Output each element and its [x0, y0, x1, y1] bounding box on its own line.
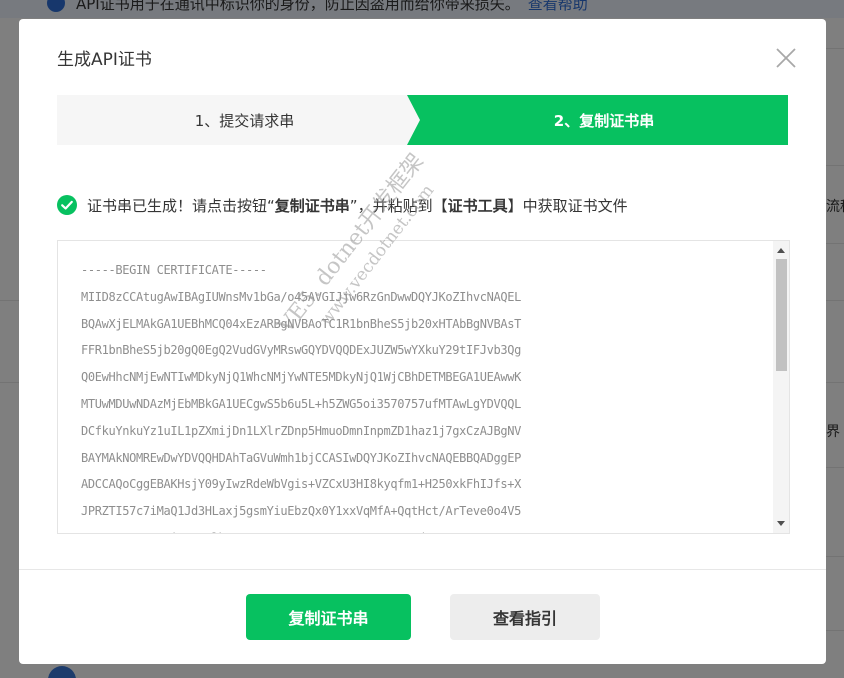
certificate-line: -----BEGIN CERTIFICATE----- — [81, 263, 267, 277]
certificate-line: DCfkuYnkuYz1uIL1pZXmijDn1LXlrZDnp5HmuoDm… — [81, 423, 521, 438]
certificate-line: MTUwMDUwNDAzMjEbMBkGA1UECgwS5b6u5L+h5ZWG… — [81, 396, 521, 411]
check-circle-icon — [57, 195, 77, 215]
certificate-line: Q0EwHhcNMjEwNTIwMDkyNjQ1WhcNMjYwNTE5MDky… — [81, 370, 521, 385]
certificate-line: JPRZTI57c7iMaQ1Jd3HLaxj5gsmYiuEbzQx0Y1xx… — [81, 504, 521, 519]
certificate-line: BQAwXjELMAkGA1UEBhMCQ04xEzARBgNVBAoTC1R1… — [81, 316, 521, 331]
dialog-title: 生成API证书 — [57, 50, 152, 70]
certificate-content: -----BEGIN CERTIFICATE----- MIID8zCCAtug… — [81, 257, 781, 533]
certificate-textarea[interactable]: -----BEGIN CERTIFICATE----- MIID8zCCAtug… — [57, 240, 790, 534]
certificate-line: FFR1bnBheS5jb20gQ0EgQ2VudGVyMRswGQYDVQQD… — [81, 343, 521, 358]
status-text-tool-highlight: 证书工具 — [447, 196, 508, 215]
footer-divider — [19, 569, 826, 570]
generate-certificate-dialog: 生成API证书 1、提交请求串 2、复制证书串 证书串已生成！请点击按钮“复制证… — [19, 19, 826, 664]
step-indicator: 1、提交请求串 2、复制证书串 — [57, 95, 788, 145]
status-message: 证书串已生成！请点击按钮“复制证书串”，并粘贴到【证书工具】中获取证书文件 — [57, 194, 628, 216]
copy-certificate-button[interactable]: 复制证书串 — [246, 594, 411, 640]
certificate-line: BAYMAkNOMREwDwYDVQQHDAhTaGVuWmh1bjCCASIw… — [81, 450, 521, 465]
scrollbar-thumb[interactable] — [776, 259, 787, 371]
scroll-down-arrow-icon[interactable] — [777, 521, 785, 526]
step-copy-certificate: 2、复制证书串 — [407, 95, 788, 145]
close-icon — [776, 48, 796, 68]
certificate-line: MIID8zCCAtugAwIBAgIUWnsMv1bGa/o45AVGIJjw… — [81, 289, 521, 304]
status-text-suffix: 】中获取证书文件 — [507, 196, 628, 215]
view-guide-button[interactable]: 查看指引 — [450, 594, 600, 640]
scroll-up-arrow-icon[interactable] — [777, 248, 785, 253]
certificate-line: N6vwJ6v+/67xQitP3QDlhwzTxwzKrDUY96rE0X93… — [81, 525, 781, 533]
close-button[interactable] — [774, 46, 798, 70]
certificate-line: ADCCAQoCggEBAKHsjY09yIwzRdeWbVgis+VZCxU3… — [81, 477, 521, 492]
certificate-scrollbar[interactable] — [773, 241, 789, 533]
status-text-copy-highlight: 复制证书串 — [274, 196, 350, 215]
status-text-prefix: 证书串已生成！请点击按钮“ — [87, 196, 275, 215]
step-submit-request: 1、提交请求串 — [57, 95, 420, 145]
status-text-middle: ”，并粘贴到【 — [349, 196, 448, 215]
